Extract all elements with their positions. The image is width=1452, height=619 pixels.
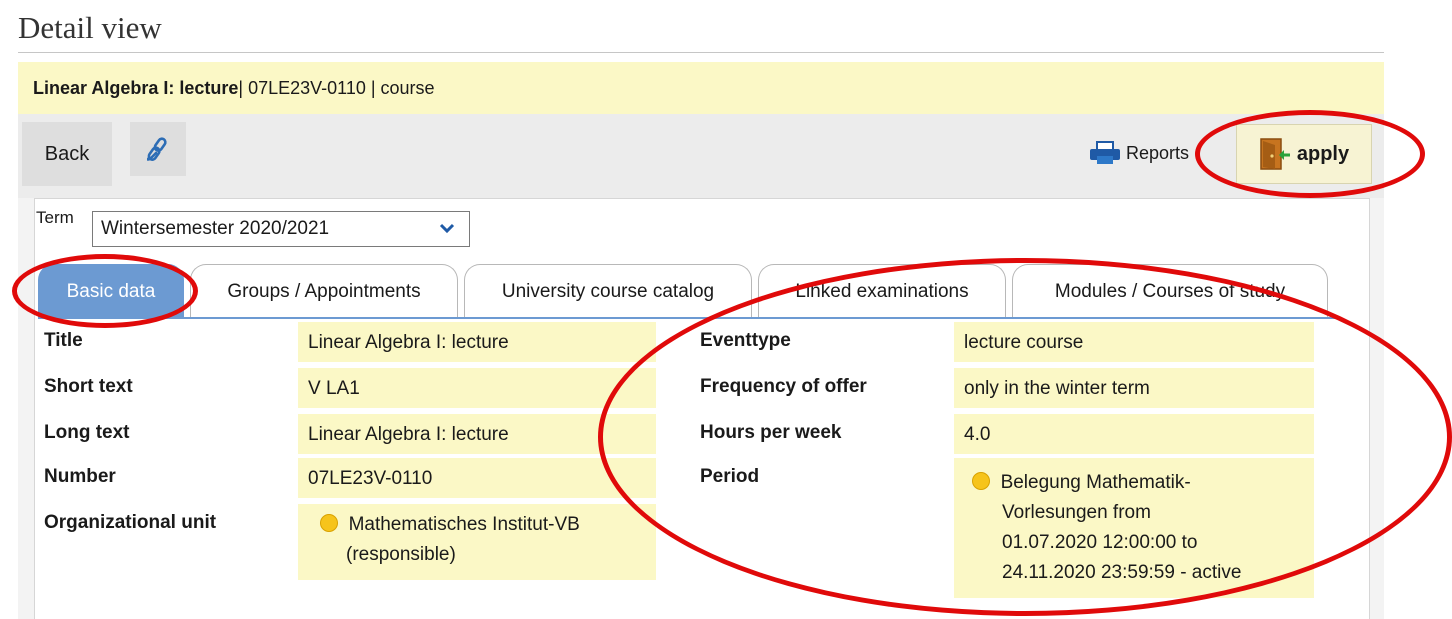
course-title: Linear Algebra I: lecture (33, 77, 239, 98)
value-period: Belegung Mathematik- Vorlesungen from 01… (954, 458, 1314, 598)
tab-university-course-catalog[interactable]: University course catalog (464, 264, 752, 318)
term-select[interactable]: Wintersemester 2020/2021 (92, 211, 470, 247)
page-title: Detail view (18, 10, 162, 45)
label-eventtype: Eventtype (700, 330, 791, 351)
status-dot-icon (320, 514, 338, 532)
course-meta: | 07LE23V-0110 | course (238, 77, 435, 98)
course-header: Linear Algebra I: lecture | 07LE23V-0110… (18, 62, 1384, 114)
title-divider (18, 52, 1384, 53)
org-unit-line1: Mathematisches Institut-VB (348, 514, 580, 535)
status-dot-icon (972, 472, 990, 490)
label-period: Period (700, 466, 760, 487)
label-long-text: Long text (44, 422, 130, 443)
label-number: Number (44, 466, 116, 487)
printer-icon (1090, 141, 1120, 164)
apply-button[interactable]: apply (1236, 124, 1372, 184)
label-hours-per-week: Hours per week (700, 422, 842, 443)
door-enter-icon (1260, 138, 1290, 170)
org-unit-line2: (responsible) (346, 544, 456, 565)
value-frequency-of-offer: only in the winter term (954, 368, 1314, 408)
label-title: Title (44, 330, 83, 351)
value-short-text: V LA1 (298, 368, 656, 408)
tab-groups-appointments[interactable]: Groups / Appointments (190, 264, 458, 318)
period-line1: Belegung Mathematik- (1000, 472, 1191, 493)
value-organizational-unit: Mathematisches Institut-VB (responsible) (298, 504, 656, 580)
link-icon (147, 137, 167, 161)
tab-underline (38, 317, 1338, 319)
tab-modules-courses[interactable]: Modules / Courses of study (1012, 264, 1328, 318)
back-button[interactable]: Back (22, 122, 112, 186)
tab-basic-data[interactable]: Basic data (38, 264, 184, 318)
label-organizational-unit: Organizational unit (44, 512, 217, 533)
value-eventtype: lecture course (954, 322, 1314, 362)
period-line2: Vorlesungen from (1002, 502, 1151, 523)
reports-button[interactable]: Reports (1088, 138, 1189, 168)
value-hours-per-week: 4.0 (954, 414, 1314, 454)
period-line3: 01.07.2020 12:00:00 to (1002, 532, 1198, 553)
chevron-down-icon (439, 223, 455, 234)
label-short-text: Short text (44, 376, 133, 397)
apply-label: apply (1296, 142, 1350, 165)
value-long-text: Linear Algebra I: lecture (298, 414, 656, 454)
toolbar: Back Reports apply (18, 114, 1384, 198)
term-selected-value: Wintersemester 2020/2021 (101, 218, 330, 239)
value-number: 07LE23V-0110 (298, 458, 656, 498)
permalink-button[interactable] (130, 122, 186, 176)
label-frequency-of-offer: Frequency of offer (700, 376, 867, 397)
value-title: Linear Algebra I: lecture (298, 322, 656, 362)
tab-linked-examinations[interactable]: Linked examinations (758, 264, 1006, 318)
reports-label: Reports (1126, 142, 1190, 163)
term-label: Term (36, 208, 74, 227)
period-line4: 24.11.2020 23:59:59 - active (1002, 562, 1242, 583)
